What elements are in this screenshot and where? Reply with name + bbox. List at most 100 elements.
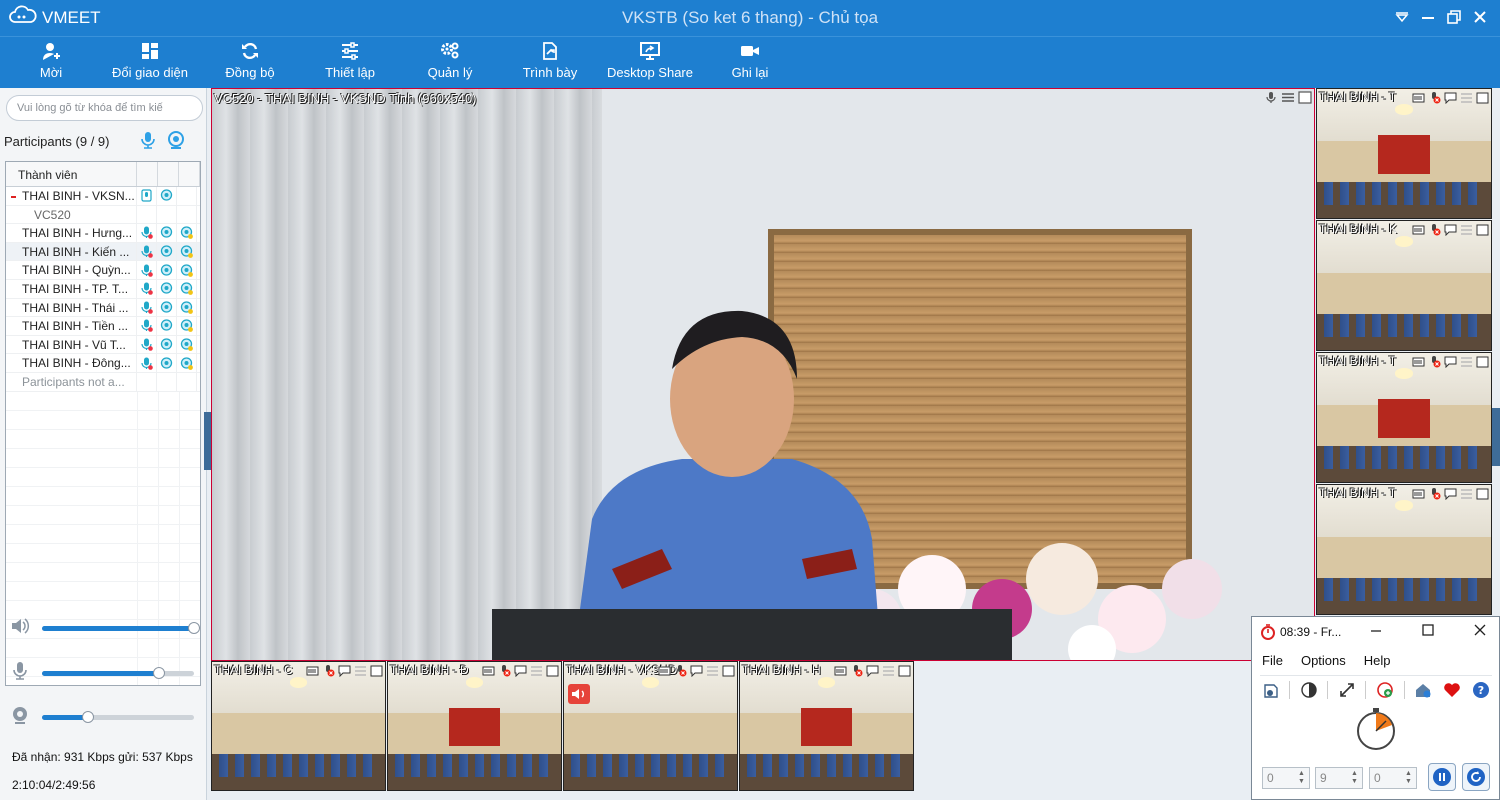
- bottom-video-thumbnail[interactable]: THAI BINH - VKSND: [563, 661, 738, 791]
- participant-status-icon[interactable]: [177, 335, 197, 354]
- side-video-thumbnail[interactable]: THAI BINH - T: [1316, 88, 1492, 219]
- dropdown-icon[interactable]: [1394, 9, 1410, 25]
- participant-mic-icon[interactable]: [137, 298, 157, 317]
- participant-camera-icon[interactable]: [157, 187, 177, 205]
- thumb-menu-icon[interactable]: [1460, 91, 1473, 109]
- participant-mic-icon[interactable]: [137, 335, 157, 354]
- thumb-fullscreen-icon[interactable]: [722, 664, 735, 682]
- thumb-chat-icon[interactable]: [1444, 91, 1457, 109]
- thumb-menu-icon[interactable]: [1460, 223, 1473, 241]
- minimize-icon[interactable]: [1420, 9, 1436, 25]
- thumb-mic-muted-icon[interactable]: [850, 664, 863, 682]
- bottom-video-thumbnail[interactable]: THAI BINH - H: [739, 661, 914, 791]
- thumb-mic-muted-icon[interactable]: [498, 664, 511, 682]
- participant-camera-icon[interactable]: [157, 354, 177, 372]
- thumb-fullscreen-icon[interactable]: [898, 664, 911, 682]
- thumb-menu-icon[interactable]: [354, 664, 367, 682]
- change-layout-button[interactable]: Đổi giao diện: [105, 41, 195, 87]
- participant-status-icon[interactable]: [177, 298, 197, 317]
- menu-file[interactable]: File: [1262, 653, 1283, 668]
- reset-button[interactable]: [1462, 763, 1490, 791]
- spinner-arrows-icon[interactable]: ▲ ▼: [1351, 770, 1360, 786]
- participant-camera-icon[interactable]: [157, 242, 177, 261]
- thumb-mic-muted-icon[interactable]: [674, 664, 687, 682]
- thumb-bars-icon[interactable]: [658, 664, 671, 682]
- side-video-thumbnail[interactable]: THAI BINH - T: [1316, 352, 1492, 483]
- participant-status-icon[interactable]: [177, 261, 197, 279]
- favorite-heart-icon[interactable]: [1442, 679, 1463, 701]
- side-video-thumbnail[interactable]: THAI BINH - K: [1316, 220, 1492, 351]
- timer-minimize-icon[interactable]: [1361, 623, 1387, 640]
- participant-row[interactable]: THAI BINH - Quỳn...: [6, 261, 200, 280]
- search-input[interactable]: [6, 95, 203, 121]
- participant-status-icon[interactable]: [177, 279, 197, 298]
- timer-maximize-icon[interactable]: [1413, 623, 1439, 640]
- thumb-mic-muted-icon[interactable]: [1428, 487, 1441, 505]
- add-timer-icon[interactable]: [1374, 679, 1395, 701]
- thumb-menu-icon[interactable]: [530, 664, 543, 682]
- thumb-fullscreen-icon[interactable]: [370, 664, 383, 682]
- participant-mic-icon[interactable]: [137, 279, 157, 298]
- column-header-members[interactable]: Thành viên: [6, 162, 137, 186]
- contrast-icon[interactable]: [1298, 679, 1319, 701]
- close-icon[interactable]: [1472, 9, 1488, 25]
- spinner-arrows-icon[interactable]: ▲ ▼: [1405, 770, 1414, 786]
- thumb-bars-icon[interactable]: [306, 664, 319, 682]
- thumb-fullscreen-icon[interactable]: [1476, 355, 1489, 373]
- thumb-chat-icon[interactable]: [1444, 487, 1457, 505]
- participant-row[interactable]: THAI BINH - Kiến ...: [6, 242, 200, 262]
- fullscreen-icon[interactable]: [1298, 91, 1312, 109]
- collapse-sidebar-handle[interactable]: [204, 412, 211, 470]
- participant-status-icon[interactable]: [177, 224, 197, 242]
- participant-row[interactable]: VC520: [6, 205, 200, 225]
- participant-camera-icon[interactable]: [157, 261, 177, 279]
- participant-row[interactable]: THAI BINH - Đông...: [6, 354, 200, 373]
- participant-row[interactable]: THAI BINH - Hưng...: [6, 224, 200, 243]
- help-icon[interactable]: ?: [1471, 679, 1492, 701]
- participant-row[interactable]: THAI BINH - Tiền ...: [6, 317, 200, 336]
- participant-camera-icon[interactable]: [157, 298, 177, 317]
- participant-camera-icon[interactable]: [157, 335, 177, 354]
- microphone-icon[interactable]: [10, 661, 30, 686]
- participant-mic-icon[interactable]: [137, 224, 157, 242]
- timer-settings-icon[interactable]: [1260, 679, 1281, 701]
- layout-menu-icon[interactable]: [1281, 91, 1295, 109]
- thumb-fullscreen-icon[interactable]: [546, 664, 559, 682]
- pause-button[interactable]: [1428, 763, 1456, 791]
- settings-button[interactable]: Thiết lập: [318, 41, 382, 87]
- speaker-volume-slider[interactable]: [42, 621, 200, 634]
- participant-camera-icon[interactable]: [157, 279, 177, 298]
- participant-mic-icon[interactable]: [137, 242, 157, 261]
- thumb-bars-icon[interactable]: [834, 664, 847, 682]
- participant-row[interactable]: THAI BINH - Thái ...: [6, 298, 200, 318]
- participant-mic-icon[interactable]: [137, 187, 157, 205]
- desktop-share-button[interactable]: Desktop Share: [604, 41, 696, 87]
- home-web-icon[interactable]: [1413, 679, 1434, 701]
- webcam-icon[interactable]: [10, 705, 30, 730]
- present-button[interactable]: Trình bày: [517, 41, 583, 87]
- all-camera-icon[interactable]: [166, 130, 186, 155]
- speaker-icon[interactable]: [10, 616, 30, 641]
- participant-mic-icon[interactable]: [137, 261, 157, 279]
- main-video[interactable]: VC520 - THAI BINH - VKSND Tỉnh (960x540): [211, 88, 1315, 661]
- participant-camera-icon[interactable]: [157, 317, 177, 335]
- side-video-thumbnail[interactable]: THAI BINH - T: [1316, 484, 1492, 615]
- thumb-chat-icon[interactable]: [690, 664, 703, 682]
- invite-button[interactable]: Mời: [26, 41, 76, 87]
- bottom-video-thumbnail[interactable]: THAI BINH - Đ: [387, 661, 562, 791]
- collapse-right-handle[interactable]: [1492, 408, 1500, 466]
- thumb-menu-icon[interactable]: [706, 664, 719, 682]
- sync-button[interactable]: Đồng bộ: [218, 41, 282, 87]
- participant-row[interactable]: THAI BINH - TP. T...: [6, 279, 200, 299]
- thumb-mic-muted-icon[interactable]: [1428, 223, 1441, 241]
- thumb-chat-icon[interactable]: [1444, 223, 1457, 241]
- thumb-bars-icon[interactable]: [1412, 487, 1425, 505]
- thumb-menu-icon[interactable]: [1460, 487, 1473, 505]
- participant-camera-icon[interactable]: [157, 224, 177, 242]
- seconds-spinner[interactable]: 0 ▲ ▼: [1369, 767, 1417, 789]
- mic-volume-slider[interactable]: [42, 666, 194, 679]
- spinner-arrows-icon[interactable]: ▲ ▼: [1298, 770, 1307, 786]
- participant-status-icon[interactable]: [177, 317, 197, 335]
- thumb-fullscreen-icon[interactable]: [1476, 223, 1489, 241]
- manage-button[interactable]: Quản lý: [420, 41, 480, 87]
